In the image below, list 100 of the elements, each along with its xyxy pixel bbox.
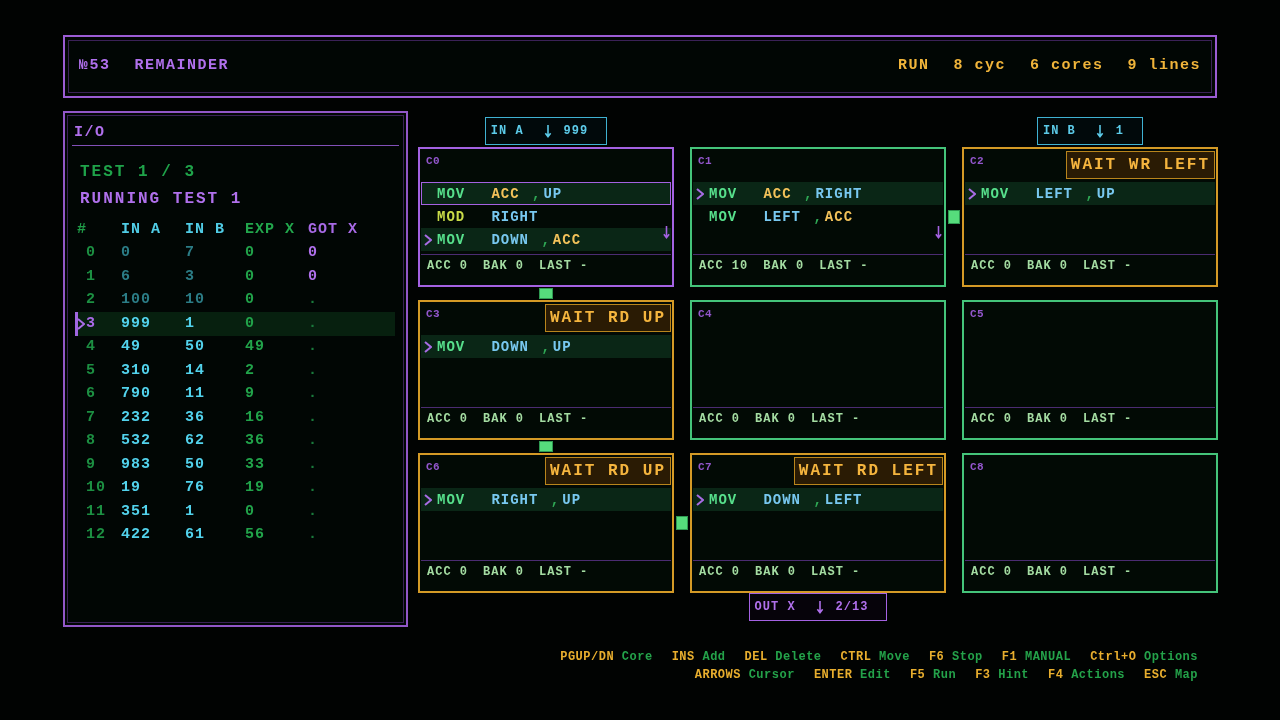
table-cell: 33 [245,455,265,474]
key-hint[interactable]: F1 MANUAL [1001,648,1072,666]
table-cell: 0 [245,291,255,310]
stat-text: 6 cores [1029,56,1104,77]
table-cell: 6 [121,267,131,286]
code-line[interactable]: MOD RIGHT [421,205,671,228]
key-hint[interactable]: F4 Actions [1048,666,1126,684]
down-arrow-icon [815,600,824,614]
code-line[interactable]: MOV LEFT ,ACC [693,205,943,228]
status-badge: WAIT RD UP [545,457,671,485]
core-panel[interactable]: C2 WAIT WR LEFT MOV LEFT ,UP ACC 0 BAK 0 LAST - [962,147,1218,287]
core-label: C0 [426,155,441,167]
register-readout: LAST - [1083,259,1133,273]
register-readout: ACC 0 [971,412,1012,426]
register-readout: ACC 0 [699,565,740,579]
key-hint[interactable]: INS Add [671,648,726,666]
table-cell: 19 [245,479,265,498]
table-cell: 36 [185,408,205,427]
register-readout: ACC 0 [427,259,468,273]
table-cell: 0 [245,314,255,333]
register-readout: LAST - [539,259,589,273]
stat-text: 8 cyc [953,56,1006,77]
down-arrow-icon [1095,124,1104,138]
table-cell: 1 [185,502,195,521]
core-label: C7 [698,461,713,473]
table-cell: 16 [245,408,265,427]
register-readout: ACC 0 [971,565,1012,579]
table-cell: 532 [121,432,151,451]
register-readout: LAST - [539,565,589,579]
table-cell: . [308,338,318,357]
table-cell: . [308,385,318,404]
column-header: GOT X [308,220,358,238]
column-header: IN B [185,220,225,238]
table-cell: 8 [86,432,96,451]
key-hint[interactable]: ESC Map [1144,666,1198,684]
core-label: C4 [698,308,713,320]
register-readout: ACC 0 [699,412,740,426]
table-cell: 76 [185,479,205,498]
register-readout: BAK 0 [483,412,525,426]
key-hint[interactable]: ENTER Edit [813,666,891,684]
table-cell: 12 [86,526,106,545]
register-readout: BAK 0 [755,412,797,426]
status-text: TEST 1 / 3 [80,162,196,183]
panel-title: I/O [74,124,107,142]
table-cell: 2 [86,291,96,310]
table-cell: 19 [121,479,141,498]
table-cell: 7 [185,244,195,263]
key-hint[interactable]: ARROWS Cursor [694,666,795,684]
table-cell: 11 [185,385,205,404]
puzzle-title: REMAINDER [134,56,230,77]
core-label: C8 [970,461,985,473]
register-readout: BAK 0 [763,259,805,273]
register-readout: LAST - [811,412,861,426]
table-cell: 0 [86,244,96,263]
table-cell: 9 [86,455,96,474]
table-cell: 6 [86,385,96,404]
port-value: 999 [563,124,589,138]
table-cell: 310 [121,361,151,380]
core-panel[interactable]: C7 WAIT RD LEFT MOV DOWN ,LEFT ACC 0 BAK 0 LAST - [690,453,946,593]
core-panel[interactable]: C3 WAIT RD UP MOV DOWN ,UP ACC 0 BAK 0 LAST - [418,300,674,440]
key-hint[interactable]: PGUP/DN Core [560,648,653,666]
table-cell: 1 [185,314,195,333]
key-hint[interactable]: F5 Run [909,666,957,684]
core-panel[interactable]: C6 WAIT RD UP MOV RIGHT ,UP ACC 0 BAK 0 LAST - [418,453,674,593]
table-cell: 62 [185,432,205,451]
core-label: C6 [426,461,441,473]
status-badge: WAIT RD LEFT [793,457,943,485]
table-cell: 0 [245,244,255,263]
status-badge: WAIT RD UP [545,304,671,332]
port-label: IN B [1043,124,1076,138]
core-panel[interactable]: C4 ACC 0 BAK 0 LAST - [690,300,946,440]
core-panel[interactable]: C5 ACC 0 BAK 0 LAST - [962,300,1218,440]
register-readout: BAK 0 [483,259,525,273]
stat-text: RUN [897,56,930,77]
key-hint[interactable]: F6 Stop [928,648,983,666]
core-panel[interactable]: C0 MOV ACC ,UP MOD RIGHT MOV DOWN ,ACC ACC 0 BAK 0 LAST - [418,147,674,287]
down-arrow-icon [543,124,552,138]
key-hint[interactable]: F3 Hint [975,666,1030,684]
table-cell: . [308,314,318,333]
table-cell: 3 [185,267,195,286]
table-cell: 49 [121,338,141,357]
core-panel[interactable]: C1 MOV ACC ,RIGHT MOV LEFT ,ACC ACC 10 BAK 0 LAST - [690,147,946,287]
core-panel[interactable]: C8 ACC 0 BAK 0 LAST - [962,453,1218,593]
key-hint[interactable]: CTRL Move [840,648,910,666]
table-cell: 56 [245,526,265,545]
table-cell: . [308,502,318,521]
table-cell: 2 [245,361,255,380]
table-cell: 10 [185,291,205,310]
key-hint[interactable]: DEL Delete [744,648,822,666]
table-cell: 0 [245,502,255,521]
register-readout: LAST - [539,412,589,426]
core-label: C1 [698,155,713,167]
port-value: 1 [1115,124,1124,138]
port-label: IN A [490,124,524,138]
register-readout: LAST - [1083,412,1133,426]
column-header: EXP X [245,220,295,238]
table-cell: 5 [86,361,96,380]
table-cell: 50 [185,455,205,474]
table-cell: 983 [121,455,151,474]
key-hint[interactable]: Ctrl+O Options [1090,648,1198,666]
